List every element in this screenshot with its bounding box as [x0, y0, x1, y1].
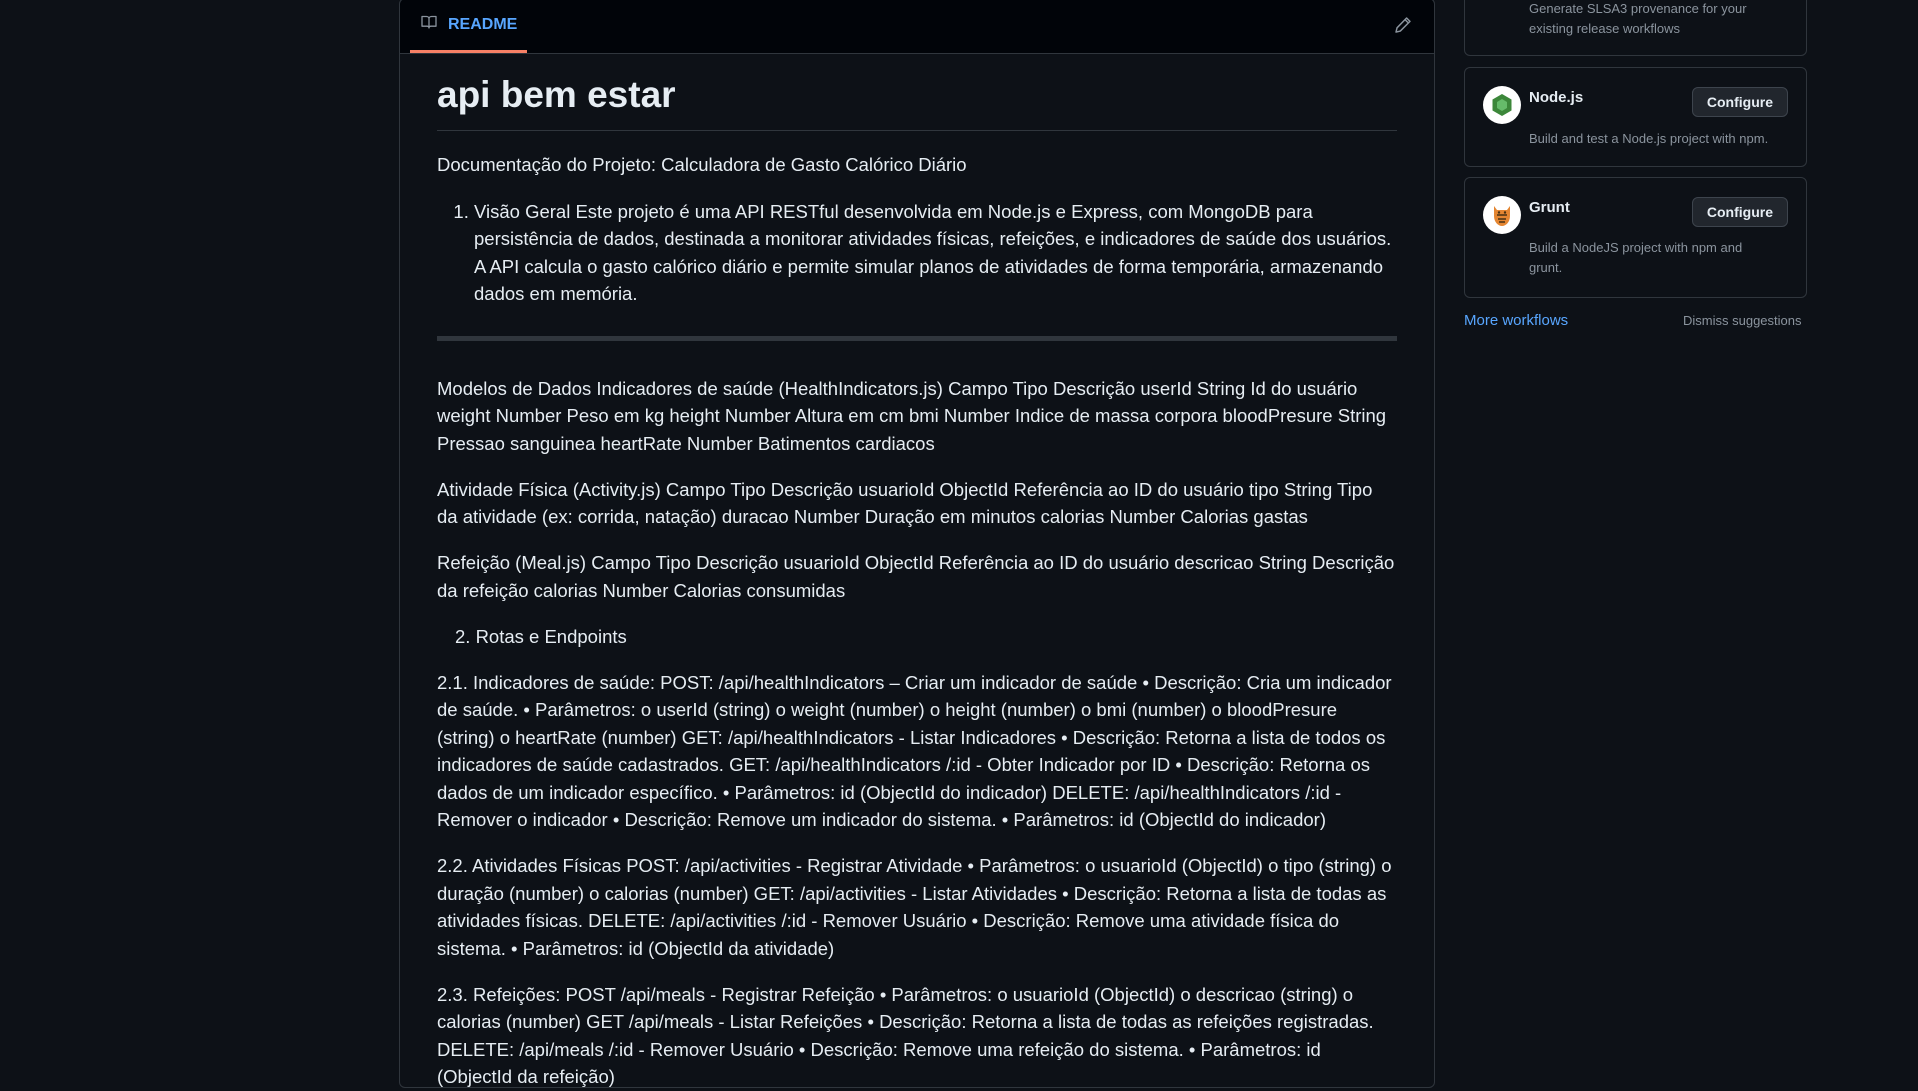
workflow-card-grunt: Grunt Build a NodeJS project with npm an…	[1464, 177, 1807, 298]
activity-paragraph: Atividade Física (Activity.js) Campo Tip…	[437, 478, 1373, 528]
models-paragraph: Modelos de Dados Indicadores de saúde (H…	[437, 377, 1387, 454]
health-routes-paragraph: 2.1. Indicadores de saúde: POST: /api/he…	[437, 671, 1392, 831]
meal-paragraph: Refeição (Meal.js) Campo Tipo Descrição …	[437, 552, 1395, 601]
page-title: api bem estar	[437, 74, 1397, 131]
intro-paragraph: Documentação do Projeto: Calculadora de …	[437, 154, 967, 175]
workflow-description: Build and test a Node.js project with np…	[1529, 131, 1769, 146]
configure-grunt-button[interactable]: Configure	[1691, 197, 1788, 227]
readme-panel: README api bem estar Documentação do Pro…	[399, 0, 1435, 1088]
workflow-description: Build a NodeJS project with npm and grun…	[1529, 240, 1743, 275]
book-icon	[420, 14, 438, 35]
configure-nodejs-button[interactable]: Configure	[1691, 87, 1788, 117]
readme-body: api bem estar Documentação do Projeto: C…	[400, 74, 1434, 1091]
overview-list: Visão Geral Este projeto é uma API RESTf…	[437, 198, 1397, 308]
dismiss-suggestions-link[interactable]: Dismiss suggestions	[1683, 313, 1802, 328]
workflow-card-slsa: Generate SLSA3 provenance for your exist…	[1464, 0, 1807, 56]
readme-header: README	[400, 0, 1434, 54]
divider	[437, 335, 1397, 341]
list-item: Visão Geral Este projeto é uma API RESTf…	[474, 198, 1397, 308]
workflow-name: Grunt	[1529, 199, 1570, 216]
tab-readme[interactable]: README	[410, 0, 528, 53]
grunt-icon	[1483, 196, 1521, 234]
workflow-card-nodejs: Node.js Build and test a Node.js project…	[1464, 67, 1807, 167]
pencil-icon[interactable]	[1394, 16, 1412, 39]
activity-routes-paragraph: 2.2. Atividades Físicas POST: /api/activ…	[437, 855, 1392, 959]
nodejs-icon	[1483, 86, 1521, 124]
more-workflows-link[interactable]: More workflows	[1464, 312, 1568, 329]
workflow-name: Node.js	[1529, 89, 1584, 106]
tab-readme-label: README	[448, 15, 518, 33]
workflow-description: Generate SLSA3 provenance for your exist…	[1529, 1, 1747, 36]
routes-heading: 2. Rotas e Endpoints	[455, 625, 627, 647]
meal-routes-paragraph: 2.3. Refeições: POST /api/meals - Regist…	[437, 983, 1374, 1088]
